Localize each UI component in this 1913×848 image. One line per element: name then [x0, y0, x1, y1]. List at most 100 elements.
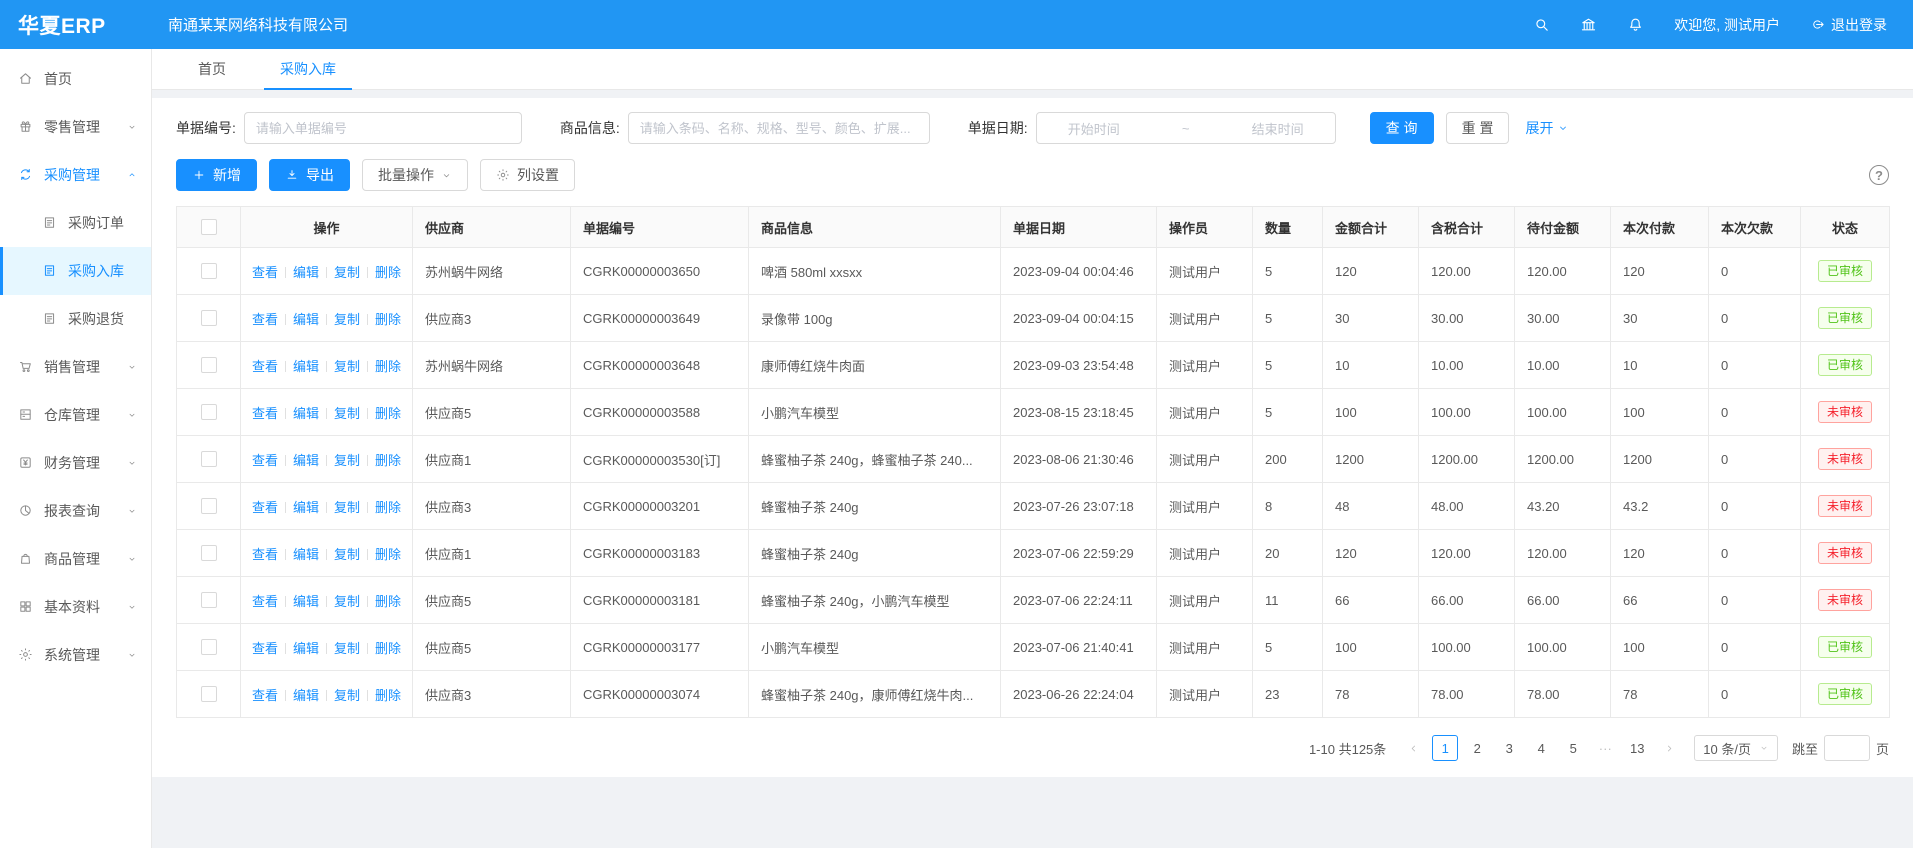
col-header-10: 本次付款 — [1611, 207, 1709, 248]
divider — [326, 314, 327, 325]
action-delete[interactable]: 删除 — [375, 406, 401, 421]
sidebar-item-purchase-order[interactable]: 采购订单 — [0, 199, 151, 247]
page-button-4[interactable]: 4 — [1528, 735, 1554, 761]
divider — [285, 596, 286, 607]
action-copy[interactable]: 复制 — [334, 312, 360, 327]
page-button-3[interactable]: 3 — [1496, 735, 1522, 761]
action-copy[interactable]: 复制 — [334, 406, 360, 421]
tab-home[interactable]: 首页 — [182, 49, 242, 89]
action-copy[interactable]: 复制 — [334, 594, 360, 609]
action-delete[interactable]: 删除 — [375, 688, 401, 703]
action-copy[interactable]: 复制 — [334, 688, 360, 703]
action-delete[interactable]: 删除 — [375, 453, 401, 468]
sidebar-item-warehouse[interactable]: 仓库管理 — [0, 391, 151, 439]
action-delete[interactable]: 删除 — [375, 594, 401, 609]
action-edit[interactable]: 编辑 — [293, 265, 319, 280]
row-checkbox[interactable] — [201, 310, 217, 326]
action-edit[interactable]: 编辑 — [293, 641, 319, 656]
action-delete[interactable]: 删除 — [375, 641, 401, 656]
sidebar-item-sales[interactable]: 销售管理 — [0, 343, 151, 391]
sidebar-item-purchase-inbound[interactable]: 采购入库 — [0, 247, 151, 295]
logout-button[interactable]: 退出登录 — [1810, 15, 1887, 35]
select-all-checkbox[interactable] — [201, 219, 217, 235]
page-button-5[interactable]: 5 — [1560, 735, 1586, 761]
date-range-input[interactable]: 开始时间 ~ 结束时间 — [1036, 112, 1336, 144]
action-view[interactable]: 查看 — [252, 406, 278, 421]
sidebar-item-retail[interactable]: 零售管理 — [0, 103, 151, 151]
page-button-2[interactable]: 2 — [1464, 735, 1490, 761]
row-checkbox[interactable] — [201, 263, 217, 279]
action-view[interactable]: 查看 — [252, 594, 278, 609]
action-edit[interactable]: 编辑 — [293, 453, 319, 468]
bell-icon[interactable] — [1627, 16, 1644, 33]
action-copy[interactable]: 复制 — [334, 453, 360, 468]
row-checkbox[interactable] — [201, 592, 217, 608]
sidebar-item-purchase-return[interactable]: 采购退货 — [0, 295, 151, 343]
action-edit[interactable]: 编辑 — [293, 688, 319, 703]
export-button[interactable]: 导出 — [269, 159, 350, 191]
action-view[interactable]: 查看 — [252, 547, 278, 562]
action-delete[interactable]: 删除 — [375, 312, 401, 327]
action-view[interactable]: 查看 — [252, 453, 278, 468]
status-badge: 未审核 — [1818, 448, 1872, 470]
action-view[interactable]: 查看 — [252, 688, 278, 703]
batch-actions-button[interactable]: 批量操作 — [362, 159, 468, 191]
add-button[interactable]: 新增 — [176, 159, 257, 191]
action-view[interactable]: 查看 — [252, 641, 278, 656]
cell-tax-total: 78.00 — [1419, 671, 1515, 718]
column-settings-button[interactable]: 列设置 — [480, 159, 575, 191]
action-edit[interactable]: 编辑 — [293, 594, 319, 609]
doc-no-input[interactable] — [244, 112, 522, 144]
action-view[interactable]: 查看 — [252, 312, 278, 327]
page-button-1[interactable]: 1 — [1432, 735, 1458, 761]
reset-button[interactable]: 重 置 — [1446, 112, 1510, 144]
next-page-button[interactable] — [1656, 735, 1682, 761]
action-copy[interactable]: 复制 — [334, 641, 360, 656]
search-button[interactable]: 查 询 — [1370, 112, 1434, 144]
action-delete[interactable]: 删除 — [375, 500, 401, 515]
expand-toggle[interactable]: 展开 — [1525, 118, 1569, 138]
row-checkbox[interactable] — [201, 686, 217, 702]
row-checkbox[interactable] — [201, 498, 217, 514]
cell-debt: 0 — [1709, 342, 1801, 389]
action-edit[interactable]: 编辑 — [293, 359, 319, 374]
sidebar-item-goods[interactable]: 商品管理 — [0, 535, 151, 583]
page-size-select[interactable]: 10 条/页 — [1694, 735, 1778, 761]
search-icon[interactable] — [1533, 16, 1550, 33]
action-edit[interactable]: 编辑 — [293, 547, 319, 562]
help-icon[interactable]: ? — [1869, 165, 1889, 185]
action-copy[interactable]: 复制 — [334, 500, 360, 515]
jump-page-input[interactable] — [1824, 735, 1870, 761]
action-edit[interactable]: 编辑 — [293, 406, 319, 421]
action-delete[interactable]: 删除 — [375, 265, 401, 280]
sidebar-item-basic-data[interactable]: 基本资料 — [0, 583, 151, 631]
sidebar-item-purchase[interactable]: 采购管理 — [0, 151, 151, 199]
sidebar-item-finance[interactable]: 财务管理 — [0, 439, 151, 487]
action-edit[interactable]: 编辑 — [293, 312, 319, 327]
sidebar-item-home[interactable]: 首页 — [0, 55, 151, 103]
row-checkbox[interactable] — [201, 404, 217, 420]
app-logo: 华夏ERP — [0, 10, 152, 40]
tab-purchase-inbound[interactable]: 采购入库 — [264, 49, 352, 89]
prev-page-button[interactable] — [1400, 735, 1426, 761]
action-copy[interactable]: 复制 — [334, 265, 360, 280]
page-button-13[interactable]: 13 — [1624, 735, 1650, 761]
action-view[interactable]: 查看 — [252, 359, 278, 374]
product-input[interactable] — [628, 112, 930, 144]
row-checkbox[interactable] — [201, 639, 217, 655]
sidebar-item-reports[interactable]: 报表查询 — [0, 487, 151, 535]
row-checkbox[interactable] — [201, 545, 217, 561]
action-view[interactable]: 查看 — [252, 265, 278, 280]
action-delete[interactable]: 删除 — [375, 547, 401, 562]
action-edit[interactable]: 编辑 — [293, 500, 319, 515]
row-checkbox[interactable] — [201, 451, 217, 467]
divider — [326, 267, 327, 278]
action-copy[interactable]: 复制 — [334, 547, 360, 562]
action-delete[interactable]: 删除 — [375, 359, 401, 374]
row-checkbox[interactable] — [201, 357, 217, 373]
bank-icon[interactable] — [1580, 16, 1597, 33]
action-copy[interactable]: 复制 — [334, 359, 360, 374]
table-row: 查看编辑复制删除 苏州蜗牛网络 CGRK00000003648 康师傅红烧牛肉面… — [177, 342, 1890, 389]
sidebar-item-system[interactable]: 系统管理 — [0, 631, 151, 679]
action-view[interactable]: 查看 — [252, 500, 278, 515]
